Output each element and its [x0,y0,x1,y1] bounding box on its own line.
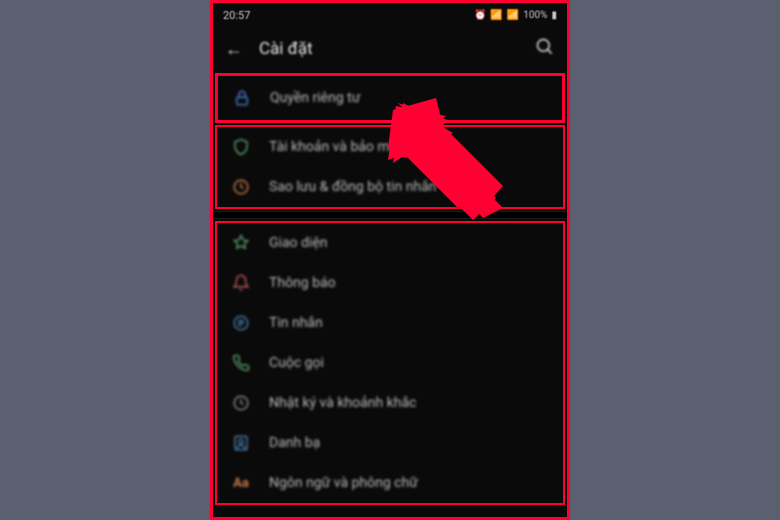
phone-icon [231,353,251,373]
wifi-icon: 📶 [490,10,502,21]
menu-label: Cuộc gọi [269,355,324,371]
phone-screen: 20:57 ⏰ 📶 📶 100% ▮ ← Cài đặt Quyền riêng… [210,0,570,520]
battery-icon: ▮ [551,10,557,21]
menu-item-backup-sync[interactable]: Sao lưu & đồng bộ tin nhắn [217,167,563,207]
search-icon[interactable] [535,37,555,62]
menu-label: Giao diện [269,235,327,251]
menu-item-messages[interactable]: Tin nhắn [217,303,563,343]
menu-label: Nhật ký và khoảnh khắc [269,395,416,411]
status-indicators: ⏰ 📶 📶 100% ▮ [474,10,557,21]
lock-icon [232,88,252,108]
bell-icon [231,273,251,293]
menu-item-calls[interactable]: Cuộc gọi [217,343,563,383]
menu-item-account-security[interactable]: Tài khoản và bảo mật [217,127,563,167]
shield-icon [231,137,251,157]
menu-item-contacts[interactable]: Danh bạ [217,423,563,463]
menu-label: Ngôn ngữ và phông chữ [269,475,418,491]
menu-item-privacy[interactable]: Quyền riêng tư [218,76,562,120]
font-icon: Aa [231,473,251,493]
menu-label: Tài khoản và bảo mật [269,139,402,155]
menu-item-timeline[interactable]: Nhật ký và khoảnh khắc [217,383,563,423]
section-divider [213,211,567,219]
menu-label: Danh bạ [269,435,320,451]
menu-item-notifications[interactable]: Thông báo [217,263,563,303]
paint-icon [231,233,251,253]
status-bar: 20:57 ⏰ 📶 📶 100% ▮ [213,3,567,27]
back-arrow-icon[interactable]: ← [225,39,243,60]
header-bar: ← Cài đặt [213,27,567,71]
clock-icon [231,393,251,413]
menu-item-interface[interactable]: Giao diện [217,223,563,263]
menu-label: Tin nhắn [269,315,323,331]
battery-text: 100% [523,10,547,21]
status-time: 20:57 [223,9,250,22]
signal-icon: 📶 [507,10,519,21]
alarm-icon: ⏰ [474,10,486,21]
menu-label: Sao lưu & đồng bộ tin nhắn [269,179,437,195]
menu-label: Quyền riêng tư [270,90,360,106]
menu-label: Thông báo [269,275,336,291]
history-icon [231,177,251,197]
menu-item-language-font[interactable]: Aa Ngôn ngữ và phông chữ [217,463,563,503]
message-icon [231,313,251,333]
section-account: Tài khoản và bảo mật Sao lưu & đồng bộ t… [215,125,565,209]
highlighted-privacy-item: Quyền riêng tư [215,73,565,123]
contacts-icon [231,433,251,453]
section-general: Giao diện Thông báo Tin nhắn Cuộc gọi Nh… [215,221,565,505]
page-title: Cài đặt [259,39,519,59]
